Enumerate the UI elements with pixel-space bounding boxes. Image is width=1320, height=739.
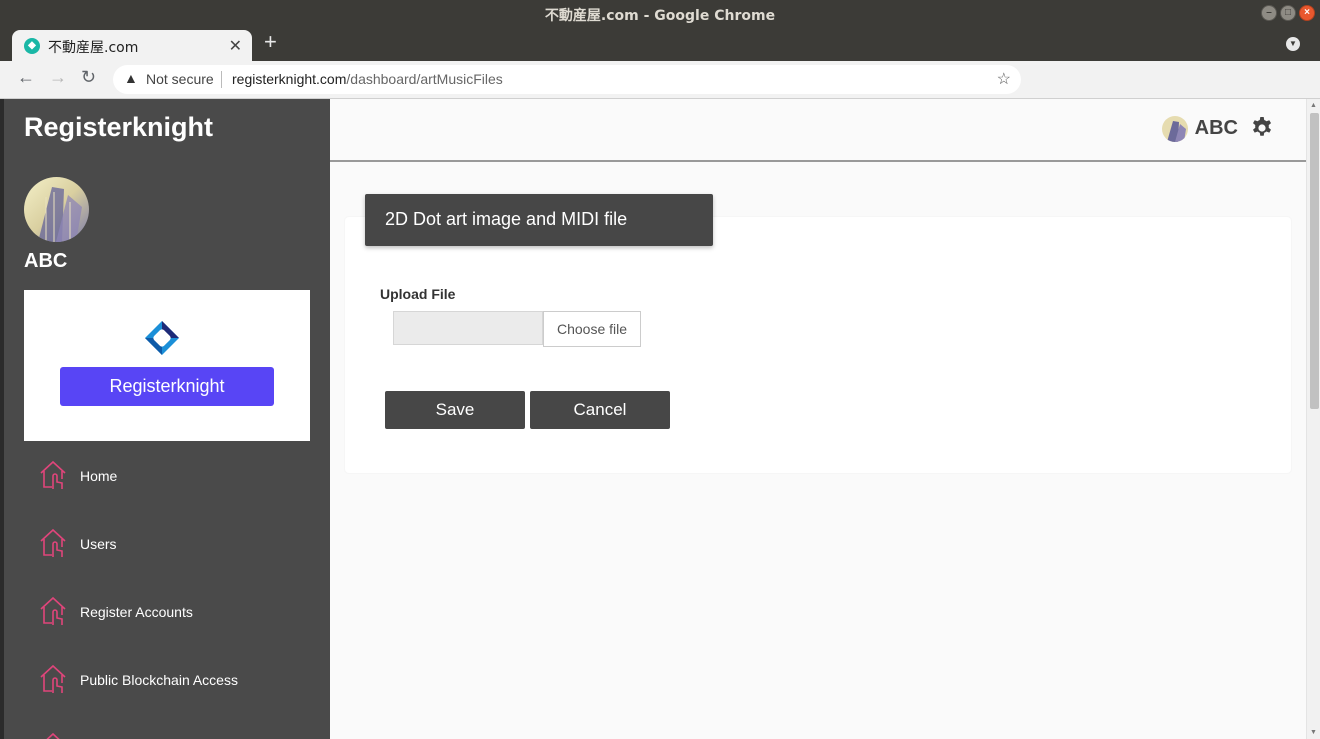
warning-icon: ▲ xyxy=(124,70,138,86)
window-title: 不動産屋.com - Google Chrome xyxy=(544,8,776,24)
omnibox-divider xyxy=(221,71,222,88)
tab-title: 不動産屋.com xyxy=(48,40,139,56)
sidebar-item-users[interactable]: Users xyxy=(38,527,328,563)
house-hand-icon xyxy=(46,732,60,739)
cancel-button[interactable]: Cancel xyxy=(530,391,670,429)
avatar[interactable] xyxy=(24,177,89,242)
sidebar-item-label: Public Blockchain Access xyxy=(80,672,238,688)
maximize-icon[interactable]: □ xyxy=(1280,5,1296,21)
house-hand-icon xyxy=(40,528,66,557)
sidebar-user-name: ABC xyxy=(24,250,68,272)
browser-toolbar: ← → ↻ ▲ Not secure registerknight.com/da… xyxy=(0,61,1320,99)
reload-icon[interactable]: ↻ xyxy=(81,67,96,88)
tab-close-icon[interactable]: ✕ xyxy=(229,36,242,56)
house-hand-icon xyxy=(40,460,66,489)
house-hand-icon xyxy=(40,664,66,693)
tab-strip: ◆ 不動産屋.com ✕ + ▼ xyxy=(0,27,1320,61)
window-controls: – □ × xyxy=(1261,5,1315,21)
sidebar-item-label: Users xyxy=(80,536,117,552)
header-user-name[interactable]: ABC xyxy=(1195,117,1238,140)
window-titlebar: 不動産屋.com - Google Chrome – □ × xyxy=(0,0,1320,27)
forward-icon[interactable]: → xyxy=(49,67,67,88)
upload-card xyxy=(345,217,1291,473)
tab-search-icon[interactable]: ▼ xyxy=(1286,37,1300,51)
save-button[interactable]: Save xyxy=(385,391,525,429)
security-label[interactable]: Not secure xyxy=(146,71,214,87)
minimize-icon[interactable]: – xyxy=(1261,5,1277,21)
sidebar-item-partial[interactable] xyxy=(38,731,328,739)
top-header: ABC xyxy=(330,99,1306,162)
sidebar-item-public-blockchain-access[interactable]: Public Blockchain Access xyxy=(38,663,328,699)
house-hand-icon xyxy=(40,596,66,625)
url-path: /dashboard/artMusicFiles xyxy=(346,71,503,87)
gear-icon[interactable] xyxy=(1250,116,1274,140)
registerknight-logo-icon xyxy=(143,319,181,357)
close-window-icon[interactable]: × xyxy=(1299,5,1315,21)
registerknight-button[interactable]: Registerknight xyxy=(60,367,274,406)
scroll-down-icon[interactable]: ▼ xyxy=(1310,729,1317,736)
sidebar: Registerknight ABC Registerknight Home U… xyxy=(4,99,330,739)
scroll-up-icon[interactable]: ▲ xyxy=(1310,102,1317,109)
card-title-banner: 2D Dot art image and MIDI file xyxy=(365,194,713,246)
address-bar[interactable]: ▲ Not secure registerknight.com/dashboar… xyxy=(113,65,1021,94)
upload-file-label: Upload File xyxy=(380,286,456,302)
sidebar-item-label: Home xyxy=(80,468,118,484)
page-scrollbar[interactable]: ▲ ▼ xyxy=(1306,99,1320,739)
sidebar-item-home[interactable]: Home xyxy=(38,459,328,495)
brand-title[interactable]: Registerknight xyxy=(24,112,213,143)
app-viewport: Registerknight ABC Registerknight Home U… xyxy=(4,99,1320,739)
scrollbar-thumb[interactable] xyxy=(1310,113,1319,409)
choose-file-button[interactable]: Choose file xyxy=(543,311,641,347)
new-tab-icon[interactable]: + xyxy=(264,31,277,53)
url-domain: registerknight.com xyxy=(232,71,347,87)
promo-card: Registerknight xyxy=(24,290,310,441)
sidebar-item-register-accounts[interactable]: Register Accounts xyxy=(38,595,328,631)
browser-tab[interactable]: ◆ 不動産屋.com ✕ xyxy=(12,30,252,61)
header-avatar[interactable] xyxy=(1162,116,1188,142)
bookmark-star-icon[interactable]: ☆ xyxy=(997,69,1011,89)
url-text[interactable]: registerknight.com/dashboard/artMusicFil… xyxy=(232,71,503,87)
back-icon[interactable]: ← xyxy=(17,67,35,88)
card-title: 2D Dot art image and MIDI file xyxy=(385,209,628,229)
site-favicon-icon: ◆ xyxy=(24,38,40,54)
file-name-field[interactable] xyxy=(393,311,543,345)
sidebar-item-label: Register Accounts xyxy=(80,604,193,620)
